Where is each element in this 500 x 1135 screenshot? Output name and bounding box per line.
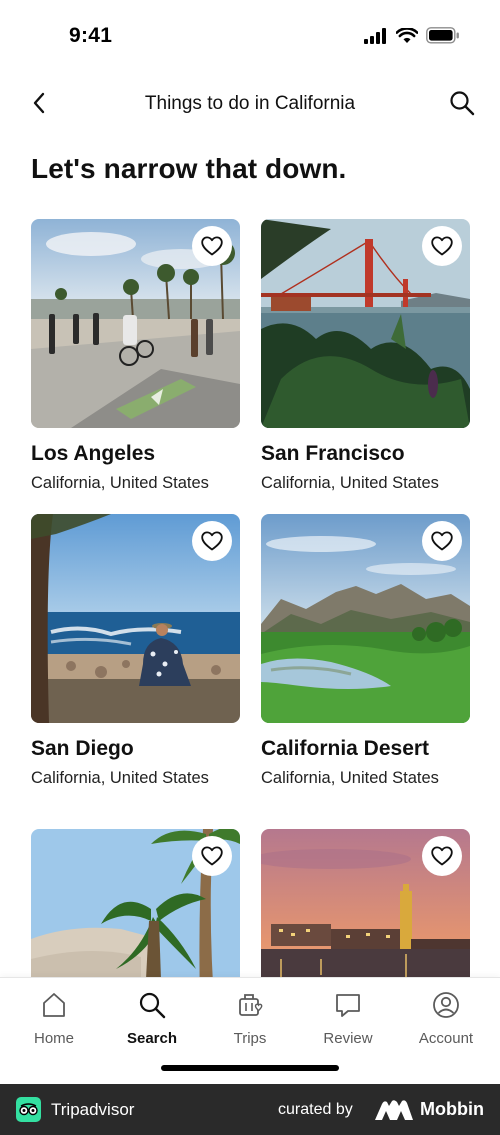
destination-card[interactable]: California Desert California, United Sta… bbox=[261, 514, 470, 788]
destination-region: California, United States bbox=[31, 474, 209, 492]
cellular-signal-icon bbox=[364, 27, 386, 44]
destination-region: California, United States bbox=[31, 769, 209, 787]
destination-image bbox=[261, 514, 470, 723]
destination-image bbox=[31, 219, 240, 428]
destination-region: California, United States bbox=[261, 769, 439, 787]
wifi-icon bbox=[396, 27, 418, 43]
destination-card[interactable]: San Diego California, United States bbox=[31, 514, 240, 788]
destination-card[interactable]: Los Angeles California, United States bbox=[31, 219, 240, 493]
brand-name: Tripadvisor bbox=[51, 1100, 135, 1119]
trips-icon bbox=[235, 990, 265, 1020]
search-icon bbox=[137, 990, 167, 1020]
destination-name: San Diego bbox=[31, 737, 134, 760]
heart-icon bbox=[201, 531, 223, 551]
destination-image bbox=[261, 219, 470, 428]
heart-icon bbox=[431, 531, 453, 551]
destination-name: San Francisco bbox=[261, 442, 405, 465]
favorite-button[interactable] bbox=[192, 226, 232, 266]
favorite-button[interactable] bbox=[422, 836, 462, 876]
heart-icon bbox=[201, 846, 223, 866]
battery-icon bbox=[426, 27, 459, 44]
heart-icon bbox=[431, 846, 453, 866]
favorite-button[interactable] bbox=[192, 521, 232, 561]
destination-name: California Desert bbox=[261, 737, 430, 760]
nav-item-search[interactable]: Search bbox=[103, 990, 201, 1047]
status-icons bbox=[364, 27, 460, 44]
nav-item-account[interactable]: Account bbox=[397, 990, 495, 1047]
nav-item-home[interactable]: Home bbox=[5, 990, 103, 1047]
header: Things to do in California bbox=[0, 84, 500, 124]
nav-item-review[interactable]: Review bbox=[299, 990, 397, 1047]
curated-by-label: curated by bbox=[278, 1101, 353, 1118]
destination-image bbox=[31, 514, 240, 723]
nav-label: Home bbox=[33, 1030, 74, 1047]
nav-label: Search bbox=[126, 1030, 178, 1047]
section-heading: Let's narrow that down. bbox=[31, 153, 347, 184]
mobbin-logo-icon bbox=[375, 1100, 413, 1120]
status-bar: 9:41 bbox=[0, 0, 500, 74]
search-button[interactable] bbox=[448, 89, 476, 117]
nav-label: Account bbox=[418, 1030, 474, 1047]
home-icon bbox=[39, 990, 69, 1020]
account-icon bbox=[431, 990, 461, 1020]
footer-bar: Tripadvisor curated by Mobbin bbox=[0, 1084, 500, 1135]
nav-label: Review bbox=[323, 1030, 373, 1047]
page-title: Things to do in California bbox=[144, 93, 356, 114]
status-time: 9:41 bbox=[69, 24, 113, 47]
favorite-button[interactable] bbox=[422, 226, 462, 266]
nav-label: Trips bbox=[233, 1030, 267, 1047]
review-icon bbox=[333, 990, 363, 1020]
nav-item-trips[interactable]: Trips bbox=[201, 990, 299, 1047]
search-icon bbox=[450, 91, 475, 116]
curator-name: Mobbin bbox=[420, 1099, 484, 1119]
destination-name: Los Angeles bbox=[31, 442, 156, 465]
tripadvisor-logo-icon bbox=[16, 1097, 41, 1122]
heart-icon bbox=[201, 236, 223, 256]
heart-icon bbox=[431, 236, 453, 256]
home-indicator bbox=[161, 1065, 339, 1071]
favorite-button[interactable] bbox=[422, 521, 462, 561]
destination-card[interactable]: San Francisco California, United States bbox=[261, 219, 470, 493]
favorite-button[interactable] bbox=[192, 836, 232, 876]
destination-region: California, United States bbox=[261, 474, 439, 492]
